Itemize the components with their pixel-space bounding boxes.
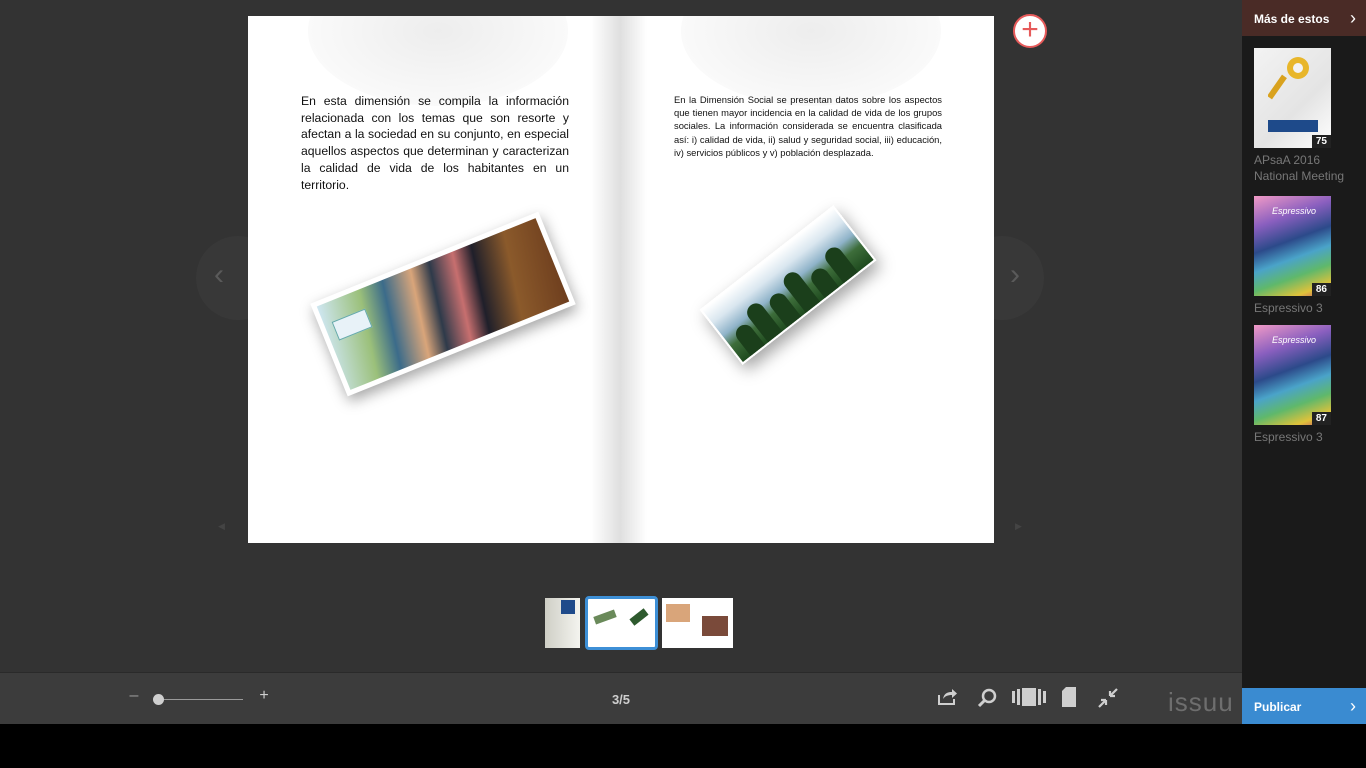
chevron-right-icon[interactable]: › [1010,258,1020,292]
publication-cover[interactable]: Espressivo 86 [1254,196,1331,296]
key-icon [1268,57,1309,100]
two-page-view-icon[interactable] [1012,687,1046,709]
zoom-slider[interactable] [157,699,243,700]
publish-button[interactable]: Publicar › [1242,688,1366,724]
thumbnail-page-4-5[interactable] [662,598,733,648]
page-indicator: 3/5 [611,692,631,707]
zoom-in-button[interactable]: + [256,687,272,705]
chevron-right-icon[interactable]: › [1350,0,1356,36]
chevron-right-icon: › [1350,696,1356,716]
single-page-view-icon[interactable] [1057,687,1081,709]
more-like-this-header[interactable]: Más de estos › [1242,0,1366,36]
left-page-text: En esta dimensión se compila la informac… [301,94,569,192]
add-to-stack-button[interactable]: + [1013,14,1047,48]
search-icon[interactable] [975,687,999,709]
publication-cover[interactable]: 75 [1254,48,1331,148]
window-bottom-bar [0,724,1366,768]
left-page: En esta dimensión se compila la informac… [248,16,621,543]
more-like-this-label: Más de estos [1254,12,1330,26]
cover-logo: Espressivo [1272,335,1317,345]
page-count-badge: 86 [1311,283,1331,296]
thumbnail-page-1[interactable] [545,598,580,648]
photo-sign [331,308,373,341]
silhouettes-illustration [699,205,877,365]
brand-logo[interactable]: issuu [1168,687,1234,718]
bottom-toolbar: – + 3/5 issuu [0,672,1242,724]
share-icon[interactable] [935,687,959,709]
right-page: En la Dimensión Social se presentan dato… [621,16,994,543]
exit-fullscreen-icon[interactable] [1096,687,1120,709]
page-count-badge: 87 [1311,412,1331,425]
reader-stage: ‹ › ◀ ▶ En esta dimensión se compila la … [0,0,1242,672]
first-page-icon[interactable]: ◀ [218,521,225,532]
last-page-icon[interactable]: ▶ [1015,521,1022,532]
publish-label: Publicar [1254,700,1302,714]
recommendations-sidebar: Más de estos › 75 APsaA 2016 National Me… [1242,0,1366,724]
page-count-badge: 75 [1311,135,1331,148]
publication-cover[interactable]: Espressivo 87 [1254,325,1331,425]
publication-title[interactable]: Espressivo 3 [1254,429,1364,445]
zoom-slider-handle[interactable] [153,694,164,705]
right-page-text: En la Dimensión Social se presentan dato… [674,94,942,158]
community-photo [310,211,576,397]
cover-logo: Espressivo [1272,206,1317,216]
zoom-out-button[interactable]: – [126,687,142,705]
publication-title[interactable]: APsaA 2016 National Meeting [1254,152,1364,184]
chevron-left-icon[interactable]: ‹ [214,258,224,292]
publication-title[interactable]: Espressivo 3 [1254,300,1364,316]
thumbnail-page-2-3[interactable] [585,596,658,650]
